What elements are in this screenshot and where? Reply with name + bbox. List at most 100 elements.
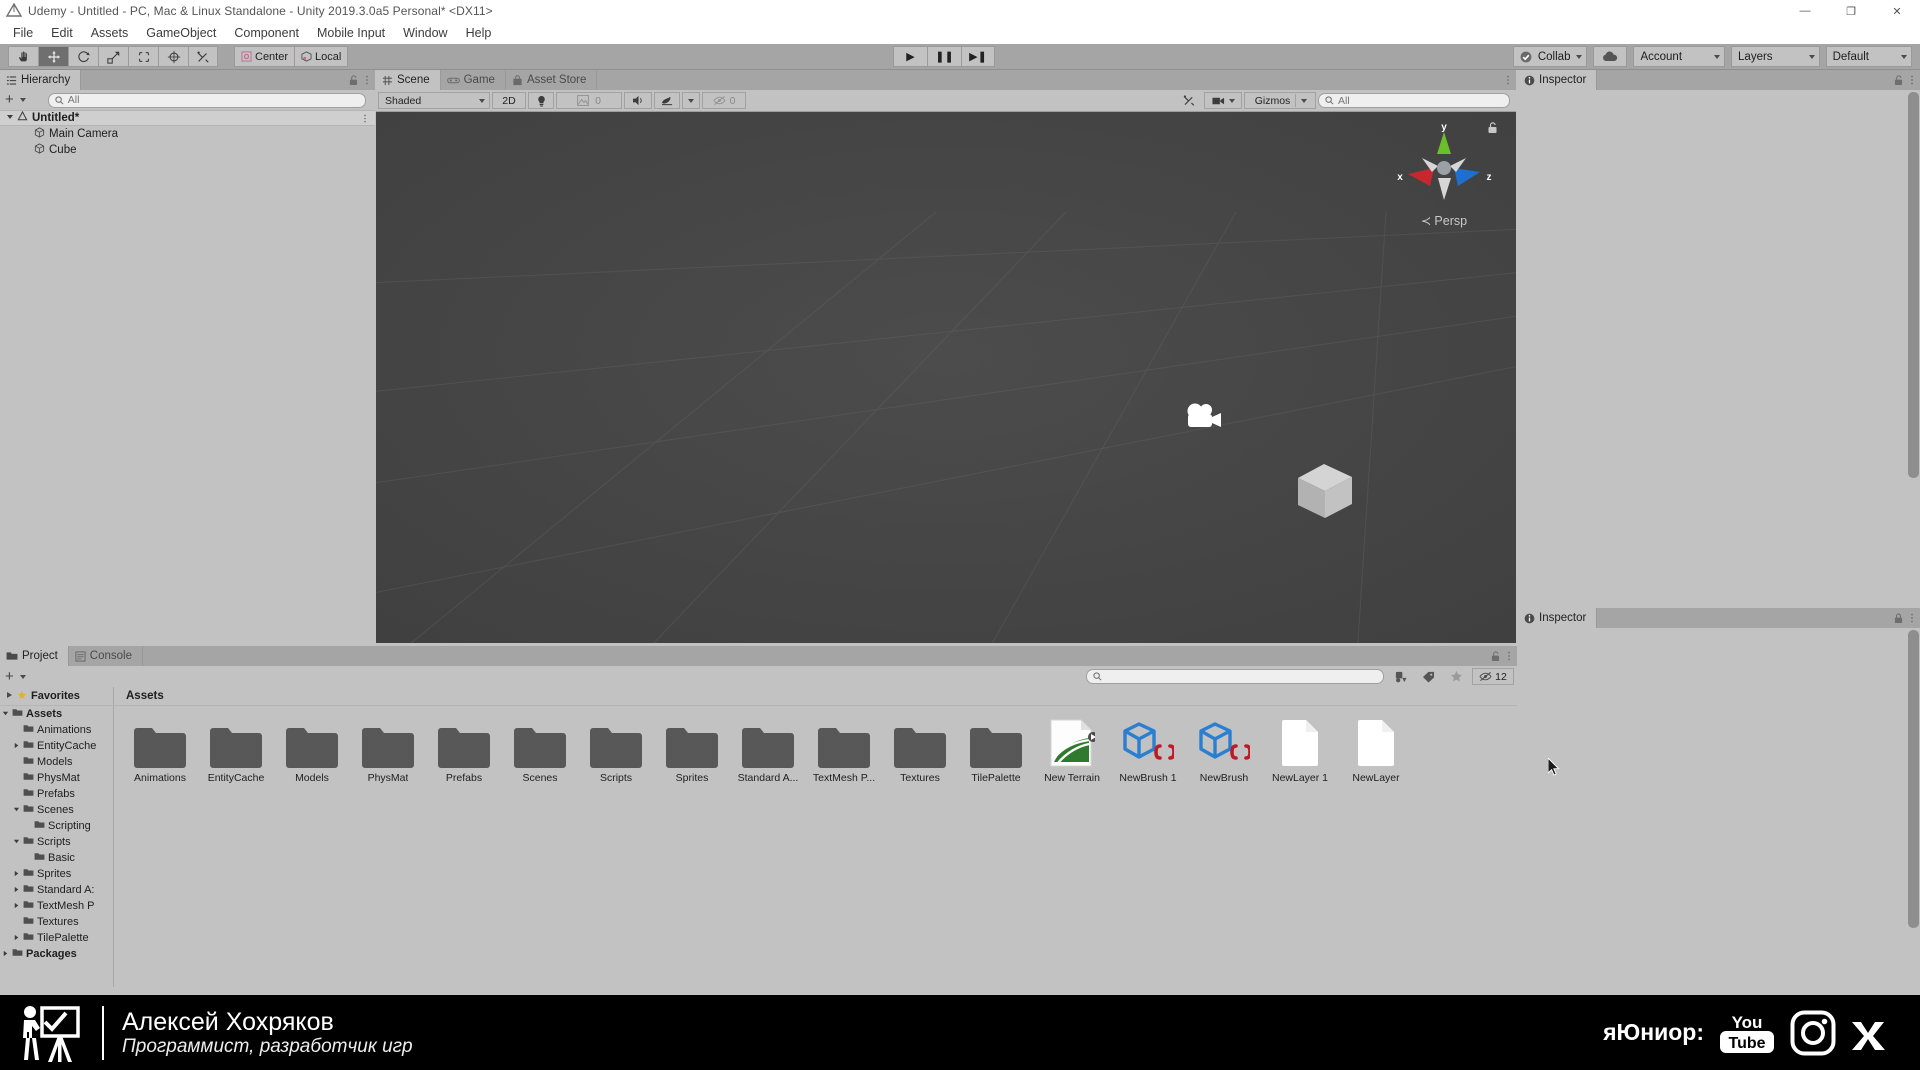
layers-button[interactable]: Layers (1731, 46, 1820, 67)
tab-asset-store[interactable]: Asset Store (505, 70, 598, 90)
tab-inspector-top[interactable]: Inspector (1518, 70, 1598, 90)
inspector-top-scrollbar[interactable] (1907, 90, 1920, 538)
instagram-icon[interactable] (1790, 1010, 1836, 1056)
draw-mode-dropdown[interactable]: Shaded (378, 92, 490, 109)
scale-tool-button[interactable] (98, 46, 128, 67)
foldout-down-icon[interactable] (13, 836, 23, 848)
asset-item[interactable]: Standard A... (730, 716, 806, 784)
close-button[interactable]: ✕ (1874, 0, 1920, 22)
hierarchy-scene-row[interactable]: Untitled* (0, 110, 375, 126)
menu-component[interactable]: Component (225, 24, 308, 42)
project-tree-row[interactable]: Prefabs (0, 786, 113, 802)
lock-open-icon[interactable] (349, 74, 358, 86)
custom-editor-tool-button[interactable] (188, 46, 218, 67)
project-add-button[interactable]: + (3, 669, 16, 684)
hierarchy-search-input[interactable]: All (47, 92, 366, 108)
asset-item[interactable]: Scenes (502, 716, 578, 784)
scene-audio-button[interactable] (624, 92, 652, 109)
asset-item[interactable]: TilePalette (958, 716, 1034, 784)
favorites-header[interactable]: Favorites (0, 687, 114, 705)
toggle-2d-button[interactable]: 2D (492, 92, 526, 109)
scene-orientation-gizmo[interactable]: y x z ≺ Persp (1386, 120, 1502, 230)
project-tree-row[interactable]: Standard A: (0, 882, 113, 898)
favorites-filter-button[interactable] (1444, 668, 1468, 685)
menu-mobile-input[interactable]: Mobile Input (308, 24, 394, 42)
asset-item[interactable]: TextMesh P... (806, 716, 882, 784)
account-button[interactable]: Account (1633, 46, 1726, 67)
cube-mesh[interactable] (1294, 460, 1356, 527)
project-tree-row[interactable]: Basic (0, 850, 113, 866)
hierarchy-item-cube[interactable]: Cube (0, 142, 375, 158)
foldout-down-icon[interactable] (2, 708, 12, 720)
tab-inspector-bottom[interactable]: Inspector (1518, 608, 1598, 628)
foldout-right-icon[interactable] (13, 868, 23, 880)
project-tree-row[interactable]: Packages (0, 946, 113, 962)
project-tree-row[interactable]: Textures (0, 914, 113, 930)
chevron-down-icon[interactable] (19, 98, 26, 102)
pause-button[interactable]: ❚❚ (927, 46, 961, 67)
kebab-menu-icon[interactable] (365, 74, 369, 86)
scene-viewport[interactable]: y x z ≺ Persp (376, 112, 1516, 643)
asset-item[interactable]: NewBrush (1186, 716, 1262, 784)
scene-tools-extra-button[interactable] (1176, 92, 1202, 109)
lock-closed-icon[interactable] (1894, 613, 1903, 624)
project-tree-row[interactable]: TilePalette (0, 930, 113, 946)
asset-item[interactable]: PhysMat (350, 716, 426, 784)
chevron-down-icon[interactable] (19, 674, 26, 679)
lock-open-icon[interactable] (1491, 650, 1500, 662)
foldout-right-icon[interactable] (13, 884, 23, 896)
youtube-icon[interactable]: You Tube (1718, 1011, 1776, 1055)
asset-item[interactable]: Textures (882, 716, 958, 784)
project-tree-row[interactable]: Models (0, 754, 113, 770)
kebab-menu-icon[interactable] (1507, 650, 1511, 662)
hierarchy-item-main-camera[interactable]: Main Camera (0, 126, 375, 142)
minimize-button[interactable]: — (1782, 0, 1828, 22)
project-tree-row[interactable]: EntityCache (0, 738, 113, 754)
gizmos-dropdown[interactable]: Gizmos (1244, 92, 1316, 109)
scene-fx-button[interactable] (654, 92, 680, 109)
inspector-bottom-scrollbar[interactable] (1907, 628, 1920, 988)
menu-file[interactable]: File (4, 24, 42, 42)
project-tree-row[interactable]: Animations (0, 722, 113, 738)
scene-camera-settings-button[interactable] (1204, 92, 1242, 109)
project-search-input[interactable] (1086, 669, 1384, 684)
pivot-rotation-button[interactable]: Local (294, 46, 349, 67)
hidden-packages-button[interactable]: 12 (1472, 668, 1514, 685)
hand-tool-button[interactable] (8, 46, 38, 67)
step-button[interactable]: ▶❚ (961, 46, 995, 67)
image-effects-button[interactable]: 0 (556, 92, 622, 109)
project-tree-row[interactable]: Scenes (0, 802, 113, 818)
asset-item[interactable]: Sprites (654, 716, 730, 784)
pivot-mode-button[interactable]: Center (234, 46, 295, 67)
rect-tool-button[interactable] (128, 46, 158, 67)
foldout-right-icon[interactable] (2, 948, 12, 960)
hidden-objects-button[interactable]: 0 (702, 92, 746, 109)
filter-by-label-button[interactable] (1416, 668, 1440, 685)
tab-scene[interactable]: Scene (376, 70, 441, 90)
kebab-menu-icon[interactable] (1910, 74, 1914, 86)
asset-item[interactable]: Models (274, 716, 350, 784)
foldout-down-icon[interactable] (6, 112, 17, 124)
asset-item[interactable]: Animations (122, 716, 198, 784)
menu-gameobject[interactable]: GameObject (137, 24, 225, 42)
cloud-button[interactable] (1593, 46, 1628, 67)
foldout-right-icon[interactable] (6, 690, 13, 702)
scene-lighting-button[interactable] (528, 92, 554, 109)
asset-item[interactable]: Scripts (578, 716, 654, 784)
asset-item[interactable]: NewLayer (1338, 716, 1414, 784)
project-tree-row[interactable]: PhysMat (0, 770, 113, 786)
menu-assets[interactable]: Assets (82, 24, 138, 42)
asset-item[interactable]: New Terrain (1034, 716, 1110, 784)
layout-button[interactable]: Default (1825, 46, 1912, 67)
move-tool-button[interactable] (38, 46, 68, 67)
tab-game[interactable]: Game (440, 70, 506, 90)
menu-window[interactable]: Window (394, 24, 456, 42)
project-tree-row[interactable]: Sprites (0, 866, 113, 882)
vk-icon[interactable] (1850, 1016, 1902, 1050)
project-tree-row[interactable]: Scripting (0, 818, 113, 834)
scene-search-input[interactable]: All (1318, 93, 1510, 108)
hierarchy-add-button[interactable]: + (3, 92, 16, 107)
asset-item[interactable]: NewBrush 1 (1110, 716, 1186, 784)
project-breadcrumb[interactable]: Assets (114, 687, 164, 705)
project-tree-row[interactable]: Assets (0, 706, 113, 722)
